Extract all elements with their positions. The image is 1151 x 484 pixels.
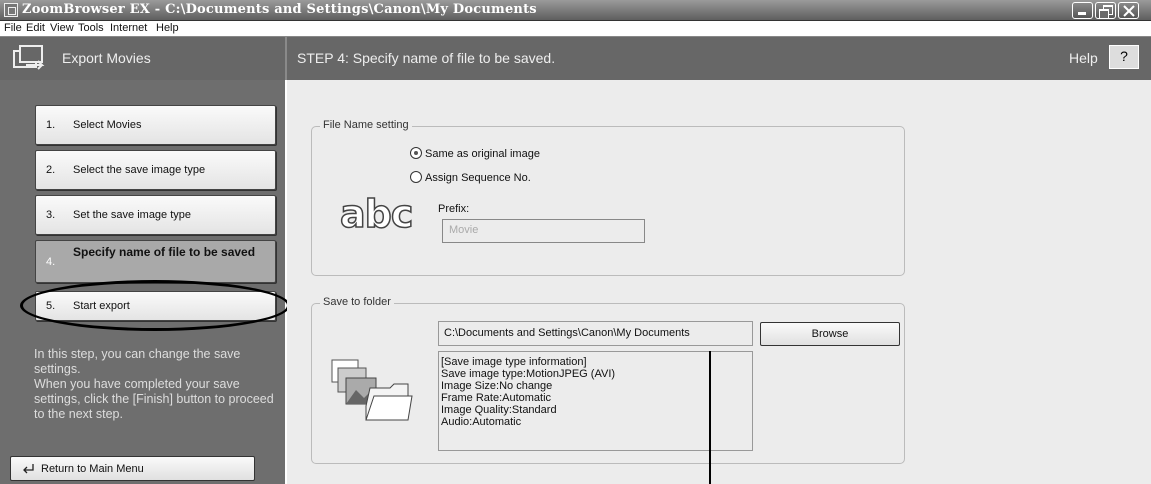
panel-title: Export Movies — [62, 50, 151, 66]
step-number: 4. — [46, 256, 56, 268]
window-title: ZoomBrowser EX - C:\Documents and Settin… — [22, 2, 537, 17]
step-description: In this step, you can change the save se… — [34, 347, 274, 422]
close-icon — [1123, 5, 1135, 17]
return-label: Return to Main Menu — [41, 463, 144, 475]
radio-label: Same as original image — [425, 148, 540, 160]
step-label: Set the save image type — [73, 209, 192, 221]
save-to-folder-legend: Save to folder — [320, 296, 394, 308]
menu-view[interactable]: View — [50, 22, 74, 34]
menu-tools[interactable]: Tools — [78, 22, 104, 34]
step-4-button[interactable]: 4. Specify name of file to be saved — [35, 240, 276, 283]
info-line: Audio:Automatic — [441, 416, 522, 428]
menu-edit[interactable]: Edit — [26, 22, 45, 34]
prefix-input[interactable]: Movie — [442, 219, 645, 243]
callout-pointer-line — [709, 351, 711, 484]
radio-unchecked-icon — [410, 171, 422, 183]
save-to-folder-group: Save to folder C:\Documents and Settings… — [311, 296, 905, 464]
description-text: In this step, you can change the save se… — [34, 347, 274, 421]
app-icon[interactable] — [4, 3, 18, 17]
menu-internet[interactable]: Internet — [110, 22, 147, 34]
header-divider — [285, 37, 287, 80]
step-1-button[interactable]: 1. Select Movies — [35, 105, 276, 145]
radio-label: Assign Sequence No. — [425, 172, 531, 184]
radio-same-as-original[interactable]: Same as original image — [410, 147, 540, 160]
header-bar: Export Movies STEP 4: Specify name of fi… — [0, 37, 1151, 80]
return-arrow-icon — [23, 464, 34, 474]
step-title: STEP 4: Specify name of file to be saved… — [297, 50, 556, 66]
info-line: Frame Rate:Automatic — [441, 392, 552, 404]
step-number: 1. — [46, 119, 56, 131]
main-panel: File Name setting Same as original image… — [287, 80, 1151, 484]
abc-graphic: abc — [339, 191, 414, 237]
folder-images-icon — [331, 359, 413, 421]
help-button[interactable]: ? — [1109, 45, 1139, 69]
close-button[interactable] — [1118, 2, 1139, 19]
info-line: [Save image type information] — [441, 356, 587, 368]
step-2-button[interactable]: 2. Select the save image type — [35, 150, 276, 190]
radio-checked-icon — [410, 147, 422, 159]
folder-path-field[interactable]: C:\Documents and Settings\Canon\My Docum… — [438, 321, 753, 346]
info-line: Image Quality:Standard — [441, 404, 557, 416]
export-movies-icon — [13, 45, 45, 70]
highlight-ellipse — [20, 280, 290, 331]
minimize-button[interactable] — [1072, 2, 1093, 19]
title-bar: ZoomBrowser EX - C:\Documents and Settin… — [0, 0, 1151, 21]
radio-assign-sequence[interactable]: Assign Sequence No. — [410, 171, 531, 184]
step-label: Specify name of file to be saved — [73, 245, 256, 259]
return-to-main-menu-button[interactable]: Return to Main Menu — [10, 456, 255, 481]
file-name-setting-legend: File Name setting — [320, 119, 412, 131]
menu-file[interactable]: File — [4, 22, 22, 34]
step-3-button[interactable]: 3. Set the save image type — [35, 195, 276, 235]
save-type-info-box: [Save image type information] Save image… — [438, 351, 753, 451]
file-name-setting-group: File Name setting Same as original image… — [311, 119, 905, 276]
menu-bar: File Edit View Tools Internet Help — [0, 21, 1151, 37]
menu-help[interactable]: Help — [156, 22, 179, 34]
step-number: 3. — [46, 209, 56, 221]
step-number: 2. — [46, 164, 56, 176]
step-label: Select Movies — [73, 119, 142, 131]
info-line: Save image type:MotionJPEG (AVI) — [441, 368, 616, 380]
step-label: Select the save image type — [73, 164, 206, 176]
browse-button[interactable]: Browse — [760, 322, 900, 346]
prefix-label: Prefix: — [438, 203, 470, 215]
info-line: Image Size:No change — [441, 380, 553, 392]
restore-button[interactable] — [1095, 2, 1116, 19]
help-label: Help — [1069, 50, 1098, 66]
